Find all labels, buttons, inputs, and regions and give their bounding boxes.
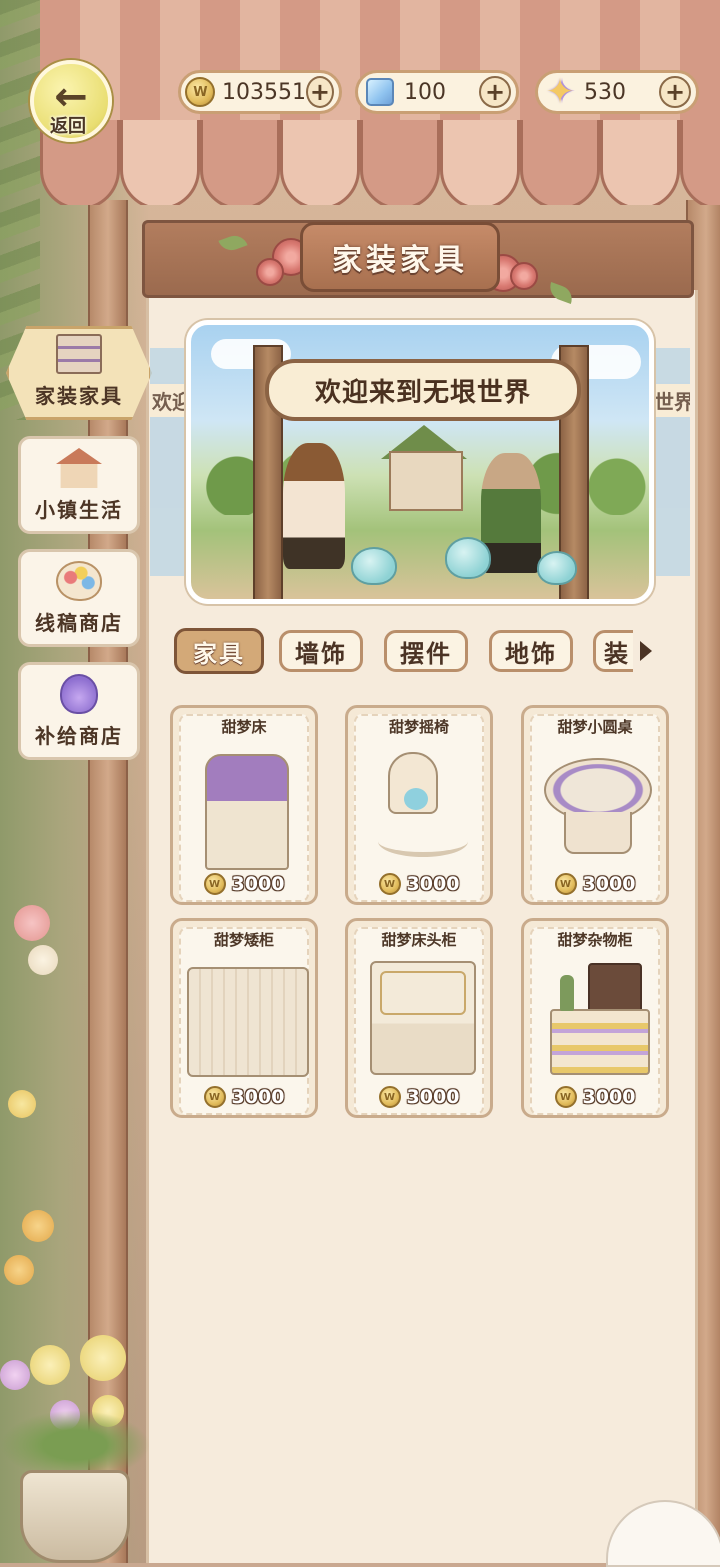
tab-furniture[interactable]: 家具 (174, 628, 264, 674)
rose-decoration (30, 1345, 70, 1385)
item-name: 甜梦床头柜 (381, 931, 457, 949)
tab-label: 装 (604, 639, 630, 668)
currency-gems: 100 + (355, 70, 519, 114)
potion-icon (60, 674, 98, 714)
coin-icon: W (378, 1086, 401, 1108)
flower-decoration (4, 1255, 34, 1285)
coin-icon: W (185, 74, 216, 110)
tab-label: 家具 (193, 639, 245, 668)
coin-icon: W (554, 1086, 577, 1108)
sidebar-item-label: 补给商店 (35, 724, 123, 748)
gem-amount: 100 (404, 79, 446, 105)
house-icon (56, 448, 102, 488)
star-amount: 530 (584, 79, 626, 105)
item-price: W 3000 (524, 1083, 666, 1111)
add-coins-button[interactable]: + (305, 76, 334, 108)
flower-decoration (14, 905, 50, 941)
arrow-left-icon: ← (54, 74, 88, 120)
item-card[interactable]: 甜梦摇椅 W 3000 (345, 705, 493, 905)
flower-decoration (8, 1090, 36, 1118)
storage-cabinet-icon (588, 963, 642, 1013)
coin-icon: W (203, 873, 226, 895)
item-name: 甜梦矮柜 (213, 931, 274, 949)
bed-icon (205, 754, 289, 870)
item-card[interactable]: 甜梦床头柜 W 3000 (345, 918, 493, 1118)
welcome-banner[interactable]: 欢迎来到无垠世界 (186, 320, 654, 604)
sidebar-item-label: 小镇生活 (35, 498, 123, 522)
flower-decoration (28, 945, 58, 975)
slime-creature (351, 547, 397, 585)
item-name: 甜梦杂物柜 (557, 931, 633, 949)
banner-ghost-text: 世界 (652, 384, 690, 417)
sidebar-item-lineart-shop[interactable]: 线稿商店 (18, 549, 140, 647)
palette-icon (56, 561, 102, 601)
back-label: 返回 (50, 116, 86, 137)
sidebar-item-home-furniture[interactable]: 家装家具 (6, 326, 152, 420)
banner-title: 欢迎来到无垠世界 (314, 377, 531, 408)
coin-icon: W (554, 873, 577, 895)
item-card[interactable]: 甜梦床 W 3000 (170, 705, 318, 905)
banner-preview-right[interactable]: 世界 (652, 348, 690, 576)
rose-decoration (80, 1335, 126, 1381)
item-price: W 3000 (173, 870, 315, 898)
slime-creature (445, 537, 491, 579)
item-name: 甜梦床 (221, 718, 267, 736)
tab-ornaments[interactable]: 摆件 (384, 630, 468, 672)
item-card[interactable]: 甜梦小圆桌 W 3000 (521, 705, 669, 905)
sidebar-item-label: 线稿商店 (35, 611, 123, 635)
tab-floor-decor[interactable]: 地饰 (489, 630, 573, 672)
low-cabinet-icon (187, 967, 309, 1077)
page-title: 家装家具 (300, 222, 500, 292)
item-card[interactable]: 甜梦矮柜 W 3000 (170, 918, 318, 1118)
tab-wall-decor[interactable]: 墙饰 (279, 630, 363, 672)
flower-pot (20, 1470, 130, 1563)
item-card[interactable]: 甜梦杂物柜 W 3000 (521, 918, 669, 1118)
scroll-right-arrow-icon[interactable] (640, 641, 652, 661)
add-stars-button[interactable]: + (659, 76, 691, 108)
sidebar-item-town-life[interactable]: 小镇生活 (18, 436, 140, 534)
coin-icon: W (203, 1086, 226, 1108)
rose-decoration (510, 262, 538, 290)
banner-sign: 欢迎来到无垠世界 (265, 359, 581, 421)
rose-decoration (256, 258, 284, 286)
cube-gem-icon (362, 74, 398, 110)
tab-label: 墙饰 (295, 639, 347, 668)
cottage-illustration (389, 451, 463, 511)
coin-amount: 103551 (221, 79, 306, 105)
slime-creature (537, 551, 577, 585)
furniture-shelf-icon (56, 334, 102, 374)
sidebar-item-supply-shop[interactable]: 补给商店 (18, 662, 140, 760)
item-price: W 3000 (173, 1083, 315, 1111)
item-price: W 3000 (348, 870, 490, 898)
currency-stars: ✦ 530 + (535, 70, 699, 114)
tab-decor-partial[interactable]: 装 (593, 630, 633, 672)
item-name: 甜梦摇椅 (388, 718, 449, 736)
character-boy (283, 443, 345, 569)
add-gems-button[interactable]: + (479, 76, 511, 108)
currency-coins: W 103551 + (178, 70, 342, 114)
sidebar-item-label: 家装家具 (35, 384, 123, 408)
tab-label: 地饰 (505, 639, 557, 668)
item-price: W 3000 (348, 1083, 490, 1111)
page-title-text: 家装家具 (332, 243, 468, 278)
coin-icon: W (378, 873, 401, 895)
flower-decoration (0, 1360, 30, 1390)
item-price: W 3000 (524, 870, 666, 898)
tab-label: 摆件 (400, 639, 452, 668)
item-name: 甜梦小圆桌 (557, 718, 633, 736)
star-icon: ✦ (545, 72, 575, 112)
flower-decoration (22, 1210, 54, 1242)
